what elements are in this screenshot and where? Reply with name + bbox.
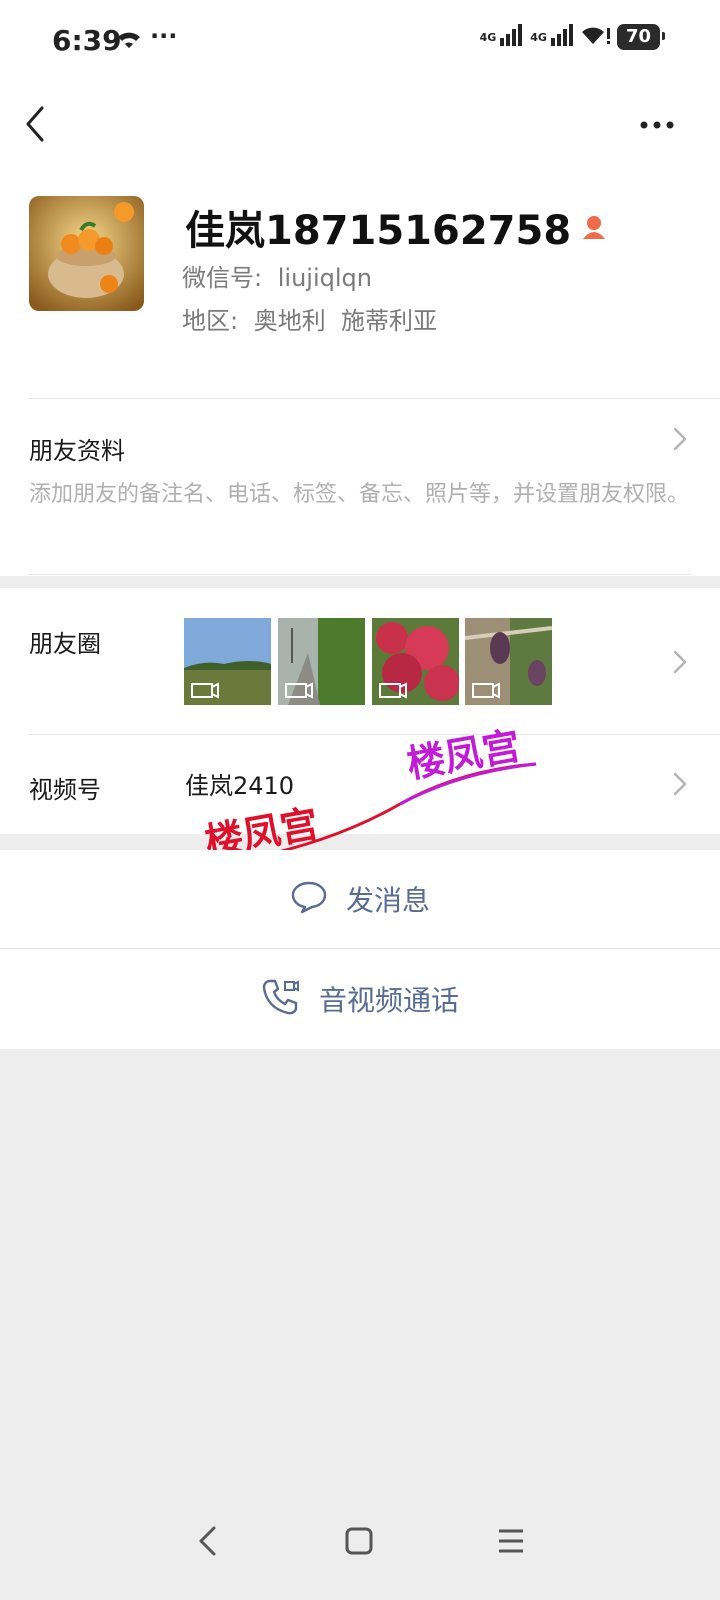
moments-thumbnail-1[interactable]	[184, 618, 271, 705]
chevron-right-icon	[672, 426, 688, 456]
moments-thumbnail-2[interactable]	[278, 618, 365, 705]
more-options-icon[interactable]	[638, 116, 678, 135]
chevron-right-icon	[672, 771, 688, 801]
divider	[29, 398, 720, 399]
region-label: 地区:	[182, 307, 239, 335]
divider	[29, 574, 690, 575]
divider	[29, 734, 720, 735]
send-message-label: 发消息	[345, 884, 430, 917]
avatar[interactable]	[29, 196, 144, 311]
system-back-icon[interactable]	[196, 1525, 218, 1561]
channels-row[interactable]	[0, 736, 720, 834]
chat-bubble-icon	[290, 880, 328, 918]
channels-value: 佳岚2410	[185, 772, 295, 800]
wechat-id: liujiqlqn	[277, 264, 372, 292]
network-type-2: 4G	[530, 30, 547, 44]
system-home-icon[interactable]	[344, 1525, 374, 1561]
send-message-button[interactable]: 发消息	[0, 850, 720, 948]
top-nav-bar	[0, 86, 720, 176]
wifi-icon	[116, 30, 142, 54]
system-menu-icon[interactable]	[496, 1525, 526, 1561]
profile-name-row: 佳岚18715162758	[185, 198, 607, 256]
more-notifications-icon: ···	[150, 22, 178, 50]
region-row: 地区: 奥地利 施蒂利亚	[182, 301, 437, 336]
video-call-icon	[261, 978, 301, 1020]
female-user-icon	[581, 204, 607, 250]
wechat-id-label: 微信号:	[182, 264, 263, 292]
channels-title: 视频号	[29, 776, 101, 804]
battery-icon: 70	[616, 24, 666, 50]
friend-info-title: 朋友资料	[29, 437, 125, 465]
signal-icon-1	[500, 24, 524, 50]
network-type-1: 4G	[479, 30, 497, 44]
back-icon[interactable]	[22, 104, 50, 148]
signal-icon-2	[550, 24, 575, 50]
region-value: 奥地利 施蒂利亚	[253, 307, 437, 335]
wechat-id-row: 微信号: liujiqlqn	[182, 258, 372, 293]
status-time: 6:39	[52, 24, 122, 57]
profile-name: 佳岚18715162758	[185, 208, 572, 254]
status-bar: 6:39 ··· 4G 4G 70	[0, 0, 720, 86]
moments-thumbnail-4[interactable]	[465, 618, 552, 705]
chevron-right-icon	[672, 649, 688, 679]
audio-video-call-label: 音视频通话	[318, 984, 459, 1017]
moments-title: 朋友圈	[29, 630, 101, 658]
friend-info-description: 添加朋友的备注名、电话、标签、备忘、照片等，并设置朋友权限。	[29, 482, 690, 507]
wifi-alert-icon	[581, 24, 611, 50]
audio-video-call-button[interactable]: 音视频通话	[0, 949, 720, 1049]
moments-thumbnail-3[interactable]	[372, 618, 459, 705]
status-icons: 4G 4G 70	[479, 24, 666, 50]
